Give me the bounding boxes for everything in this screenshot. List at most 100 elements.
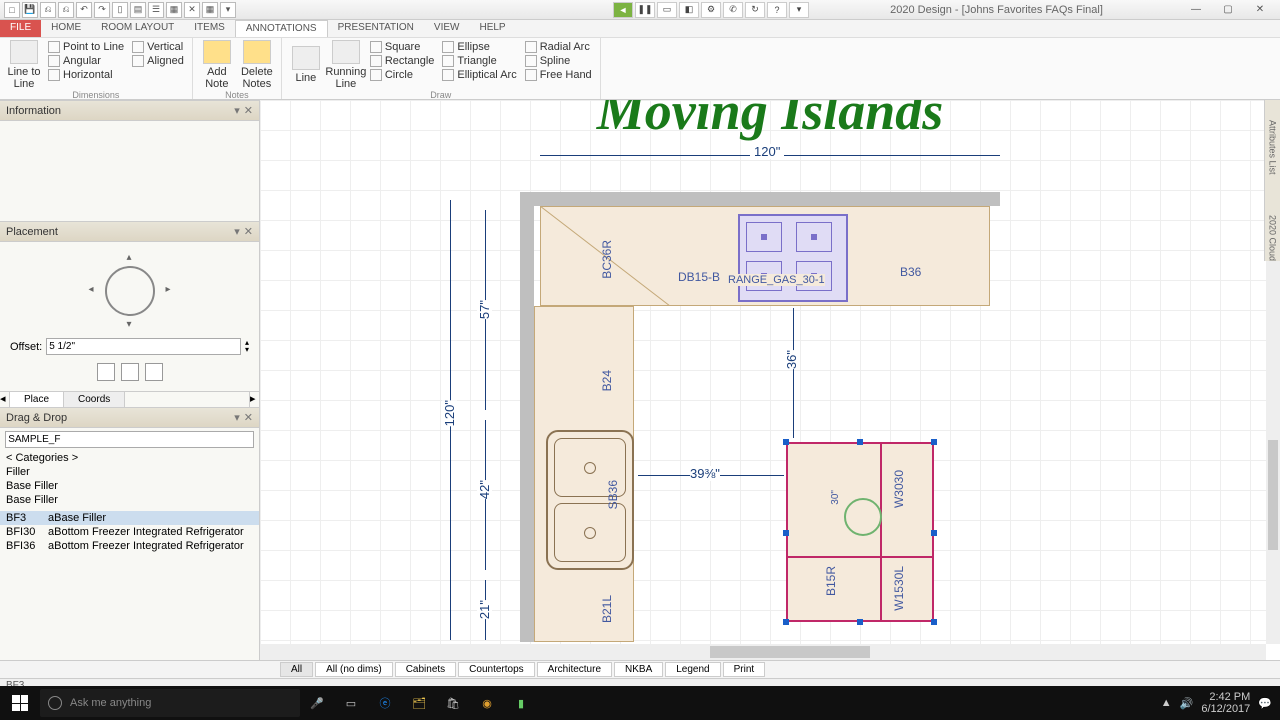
nav-btn[interactable]: ⚙: [701, 2, 721, 18]
coords-tab[interactable]: Coords: [64, 392, 125, 407]
offset-input[interactable]: [46, 338, 241, 355]
tab-annotations[interactable]: ANNOTATIONS: [235, 20, 328, 37]
angular-button[interactable]: Angular: [46, 54, 126, 68]
elliptical-arc-button[interactable]: Elliptical Arc: [440, 68, 518, 82]
vertical-button[interactable]: Vertical: [130, 40, 186, 54]
minimize-button[interactable]: —: [1184, 3, 1208, 17]
add-note-button[interactable]: Add Note: [199, 40, 235, 90]
task-view-icon[interactable]: ▭: [334, 686, 368, 720]
start-button[interactable]: [0, 686, 40, 720]
placement-wheel[interactable]: ▴ ▾ ◂ ▸: [75, 256, 185, 326]
system-tray[interactable]: ▲ 🔊 2:42 PM 6/12/2017 💬: [1161, 691, 1280, 715]
horizontal-button[interactable]: Horizontal: [46, 68, 126, 82]
nav-btn[interactable]: ◧: [679, 2, 699, 18]
close-icon[interactable]: ✕: [244, 225, 253, 238]
save-icon[interactable]: 💾: [22, 2, 38, 18]
mic-icon[interactable]: 🎤: [300, 686, 334, 720]
line-to-line-button[interactable]: Line to Line: [6, 40, 42, 90]
tab-room-layout[interactable]: ROOM LAYOUT: [91, 20, 184, 37]
sheet-tab[interactable]: Cabinets: [395, 662, 456, 677]
pin-icon[interactable]: ▾: [234, 411, 240, 424]
qat-btn[interactable]: □: [4, 2, 20, 18]
qat-btn[interactable]: ▤: [130, 2, 146, 18]
list-item[interactable]: BFI30aBottom Freezer Integrated Refriger…: [0, 525, 259, 539]
tab-scroll-right[interactable]: ▸: [249, 392, 259, 407]
sheet-tab[interactable]: Print: [723, 662, 766, 677]
filter-item[interactable]: Base Filler: [0, 479, 259, 493]
delete-notes-button[interactable]: Delete Notes: [239, 40, 275, 90]
aligned-button[interactable]: Aligned: [130, 54, 186, 68]
sheet-tab[interactable]: Architecture: [537, 662, 612, 677]
spline-button[interactable]: Spline: [523, 54, 594, 68]
search-input[interactable]: Ask me anything: [40, 689, 300, 717]
free-hand-button[interactable]: Free Hand: [523, 68, 594, 82]
tab-help[interactable]: HELP: [469, 20, 515, 37]
horizontal-scrollbar[interactable]: [260, 644, 1266, 660]
app-icon[interactable]: ◉: [470, 686, 504, 720]
filter-item[interactable]: Filler: [0, 465, 259, 479]
placement-btn[interactable]: [121, 363, 139, 381]
qat-btn[interactable]: ▦: [202, 2, 218, 18]
close-icon[interactable]: ✕: [244, 104, 253, 117]
nav-help-icon[interactable]: ?: [767, 2, 787, 18]
ellipse-button[interactable]: Ellipse: [440, 40, 518, 54]
placement-btn[interactable]: [145, 363, 163, 381]
app-icon[interactable]: ▮: [504, 686, 538, 720]
notifications-icon[interactable]: 💬: [1258, 697, 1272, 710]
qat-btn[interactable]: ▯: [112, 2, 128, 18]
right-arrow-icon[interactable]: ▸: [165, 284, 170, 295]
cloud-tab[interactable]: 2020 Cloud: [1268, 215, 1278, 261]
down-arrow-icon[interactable]: ▾: [127, 319, 132, 330]
placement-header[interactable]: Placement ▾✕: [0, 221, 259, 242]
circle-button[interactable]: Circle: [368, 68, 437, 82]
close-icon[interactable]: ✕: [244, 411, 253, 424]
list-item[interactable]: BF3aBase Filler: [0, 511, 259, 525]
sheet-tab[interactable]: All (no dims): [315, 662, 393, 677]
nav-pause-icon[interactable]: ❚❚: [635, 2, 655, 18]
tab-home[interactable]: HOME: [41, 20, 91, 37]
tab-items[interactable]: ITEMS: [184, 20, 235, 37]
line-button[interactable]: Line: [288, 40, 324, 90]
place-tab[interactable]: Place: [10, 392, 64, 407]
pin-icon[interactable]: ▾: [234, 225, 240, 238]
tab-file[interactable]: FILE: [0, 20, 41, 37]
qat-btn[interactable]: ⎌: [40, 2, 56, 18]
island[interactable]: [786, 442, 934, 622]
tab-presentation[interactable]: PRESENTATION: [328, 20, 424, 37]
sheet-tab[interactable]: NKBA: [614, 662, 663, 677]
triangle-button[interactable]: Triangle: [440, 54, 518, 68]
qat-btn[interactable]: ↶: [76, 2, 92, 18]
tab-view[interactable]: VIEW: [424, 20, 470, 37]
qat-btn[interactable]: ☰: [148, 2, 164, 18]
qat-btn[interactable]: ⎌: [58, 2, 74, 18]
nav-btn[interactable]: ▾: [789, 2, 809, 18]
sheet-tab[interactable]: Countertops: [458, 662, 534, 677]
store-icon[interactable]: 🛍: [436, 686, 470, 720]
qat-btn[interactable]: ▾: [220, 2, 236, 18]
list-item[interactable]: BFI36aBottom Freezer Integrated Refriger…: [0, 539, 259, 553]
sheet-tab[interactable]: Legend: [665, 662, 720, 677]
maximize-button[interactable]: ▢: [1216, 3, 1240, 17]
drawing-canvas[interactable]: Moving Islands 120" 120" 57" 42" 21" BC3…: [260, 100, 1280, 660]
square-button[interactable]: Square: [368, 40, 437, 54]
point-to-line-button[interactable]: Point to Line: [46, 40, 126, 54]
placement-btn[interactable]: [97, 363, 115, 381]
range[interactable]: [738, 214, 848, 302]
nav-back-icon[interactable]: ◄: [613, 2, 633, 18]
categories-link[interactable]: < Categories >: [0, 451, 259, 465]
drag-drop-header[interactable]: Drag & Drop ▾✕: [0, 407, 259, 428]
nav-btn[interactable]: ▭: [657, 2, 677, 18]
radial-arc-button[interactable]: Radial Arc: [523, 40, 594, 54]
tray-icon[interactable]: ▲: [1161, 697, 1172, 709]
up-arrow-icon[interactable]: ▴: [127, 252, 132, 263]
left-arrow-icon[interactable]: ◂: [89, 284, 94, 295]
filter-item[interactable]: Base Filler: [0, 493, 259, 507]
tab-scroll-left[interactable]: ◂: [0, 392, 10, 407]
clock[interactable]: 2:42 PM 6/12/2017: [1201, 691, 1250, 715]
information-header[interactable]: Information ▾✕: [0, 100, 259, 121]
qat-btn[interactable]: ▦: [166, 2, 182, 18]
qat-btn[interactable]: ✕: [184, 2, 200, 18]
edge-icon[interactable]: ⓔ: [368, 686, 402, 720]
nav-btn[interactable]: ↻: [745, 2, 765, 18]
rectangle-button[interactable]: Rectangle: [368, 54, 437, 68]
